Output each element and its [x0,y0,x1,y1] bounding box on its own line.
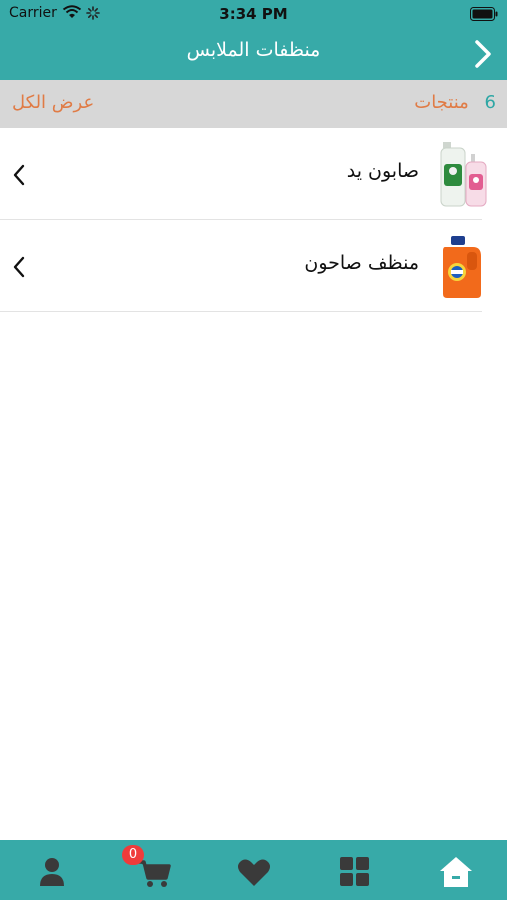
tab-bar [0,840,507,900]
status-time: 3:34 PM [219,5,288,23]
battery-icon [470,7,498,21]
profile-icon[interactable] [32,854,72,890]
home-icon[interactable] [436,854,476,890]
chevron-left-icon [13,256,25,278]
product-name: صابون يد [346,160,419,182]
product-name: منظف صاحون [304,252,419,274]
product-count-number: 6 [484,92,496,113]
product-count-label: منتجات [414,92,469,113]
nav-bar: منظفات الملابس [0,28,507,80]
product-count: 6 منتجات [414,92,496,113]
hand-soap-bottles-image [440,142,487,207]
list-item[interactable]: منظف صاحون [0,220,507,312]
heart-icon[interactable] [234,854,274,890]
grid-icon[interactable] [334,854,374,890]
back-chevron-icon[interactable] [473,39,493,69]
page-title: منظفات الملابس [186,39,321,61]
chevron-left-icon [13,164,25,186]
view-all-link[interactable]: عرض الكل [12,92,94,113]
products-summary-bar: عرض الكل 6 منتجات [0,80,507,128]
row-divider [0,311,482,312]
cart-count-badge: 0 [122,845,144,865]
status-bar: Carrier 3:34 PM [0,0,507,28]
detergent-bottle-image [443,236,481,298]
list-item[interactable]: صابون يد [0,128,507,220]
